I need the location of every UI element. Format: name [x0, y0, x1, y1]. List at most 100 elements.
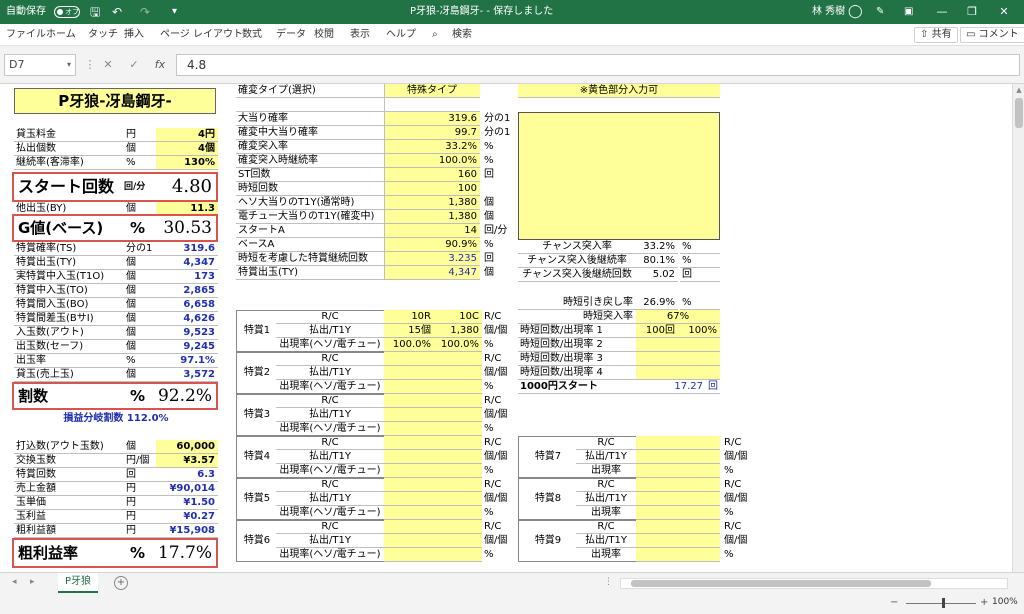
- value-cell[interactable]: 9,523: [156, 326, 218, 340]
- input-cell[interactable]: 10C: [434, 310, 482, 324]
- tab-view[interactable]: 表示: [350, 24, 370, 46]
- input-cell[interactable]: [384, 478, 434, 492]
- input-cell[interactable]: [384, 492, 434, 506]
- tokusho-name[interactable]: 特賞1: [238, 324, 276, 338]
- unit-cell[interactable]: %: [722, 464, 758, 478]
- value-cell[interactable]: 6.3: [156, 468, 218, 482]
- label-cell[interactable]: 時短回数/出現率 2: [518, 338, 636, 352]
- cancel-icon[interactable]: ✕: [100, 54, 116, 76]
- unit-cell[interactable]: 個: [124, 256, 156, 270]
- value-cell[interactable]: ¥90,014: [156, 482, 218, 496]
- value-cell[interactable]: 173: [156, 270, 218, 284]
- unit-cell[interactable]: 個/個: [722, 534, 758, 548]
- unit-cell[interactable]: 個: [124, 326, 156, 340]
- input-cell[interactable]: [434, 352, 482, 366]
- function-icon[interactable]: fx: [152, 54, 168, 76]
- tokusho-name[interactable]: 特賞4: [238, 450, 276, 464]
- input-cell[interactable]: [636, 450, 678, 464]
- input-cell[interactable]: 100.0%: [434, 338, 482, 352]
- input-cell[interactable]: [678, 352, 720, 366]
- unit-cell[interactable]: %: [482, 380, 518, 394]
- unit-cell[interactable]: 円: [124, 510, 156, 524]
- next-sheet-icon[interactable]: ▸: [30, 577, 35, 587]
- sheet-tab[interactable]: P牙狼: [58, 573, 98, 593]
- value-cell[interactable]: 9,245: [156, 340, 218, 354]
- input-cell[interactable]: [384, 436, 434, 450]
- input-cell[interactable]: [384, 534, 434, 548]
- label-cell[interactable]: 売上金額: [14, 482, 124, 496]
- tokusho-name[interactable]: 特賞9: [520, 534, 576, 548]
- sub-label[interactable]: 払出/T1Y: [276, 492, 384, 506]
- input-cell[interactable]: [678, 478, 720, 492]
- input-cell[interactable]: [434, 506, 482, 520]
- label-cell[interactable]: 確変タイプ(選択): [236, 84, 384, 98]
- label-cell[interactable]: 確変突入時継続率: [236, 154, 384, 168]
- input-cell[interactable]: [678, 338, 720, 352]
- value-cell[interactable]: 4,347: [156, 256, 218, 270]
- sub-label[interactable]: R/C: [576, 436, 636, 450]
- sub-label[interactable]: 払出/T1Y: [576, 450, 636, 464]
- unit-cell[interactable]: R/C: [482, 310, 518, 324]
- value-cell[interactable]: 3.235: [384, 252, 480, 266]
- unit-cell[interactable]: 個: [124, 312, 156, 326]
- tokusho-name[interactable]: 特賞7: [520, 450, 576, 464]
- unit-cell[interactable]: 個: [124, 440, 156, 454]
- input-cell[interactable]: [384, 408, 434, 422]
- undo-icon[interactable]: ↶: [112, 0, 122, 24]
- worksheet-grid[interactable]: P牙狼-冴島鋼牙- 貸玉料金円 4円 払出個数個 4個 継続率(客滞率)% 130% スタート…: [0, 84, 1024, 572]
- input-cell[interactable]: [678, 534, 720, 548]
- sub-label[interactable]: R/C: [576, 520, 636, 534]
- unit-cell[interactable]: R/C: [722, 478, 758, 492]
- unit-cell[interactable]: %: [482, 506, 518, 520]
- scroll-thumb[interactable]: [1015, 98, 1023, 128]
- tab-insert[interactable]: 挿入: [124, 24, 144, 46]
- unit-cell[interactable]: 回: [482, 252, 512, 266]
- label-cell[interactable]: 払出個数: [14, 142, 124, 156]
- input-cell[interactable]: [384, 464, 434, 478]
- value-cell[interactable]: 319.6: [384, 112, 480, 126]
- value-cell[interactable]: 4,347: [384, 266, 480, 280]
- value-cell[interactable]: 33.2%: [384, 140, 480, 154]
- tab-page-layout[interactable]: ページ レイアウト: [160, 24, 243, 46]
- input-cell[interactable]: 130%: [156, 156, 218, 170]
- tokusho-name[interactable]: 特賞5: [238, 492, 276, 506]
- input-cell[interactable]: [434, 464, 482, 478]
- label-cell[interactable]: 時短回数/出現率 1: [518, 324, 636, 338]
- label-cell[interactable]: 時短突入率: [518, 310, 636, 324]
- unit-cell[interactable]: 個: [482, 266, 512, 280]
- unit-cell[interactable]: 個/個: [482, 408, 518, 422]
- zoom-out-icon[interactable]: −: [890, 597, 898, 608]
- input-cell[interactable]: [678, 548, 720, 562]
- input-cell[interactable]: [434, 492, 482, 506]
- label-cell[interactable]: 交換玉数: [14, 454, 124, 468]
- unit-cell[interactable]: %: [124, 354, 156, 368]
- unit-cell[interactable]: 個/個: [482, 324, 518, 338]
- input-cell[interactable]: [434, 450, 482, 464]
- unit-cell[interactable]: %: [482, 548, 518, 562]
- value-cell[interactable]: 5.02: [636, 268, 678, 282]
- input-cell[interactable]: 100.0%: [384, 338, 434, 352]
- sub-label[interactable]: 出現率(ヘソ/電チュー): [276, 422, 384, 436]
- value-cell[interactable]: ¥0.27: [156, 510, 218, 524]
- label-cell[interactable]: ST回数: [236, 168, 384, 182]
- tab-touch[interactable]: タッチ: [88, 24, 118, 46]
- start-count-box[interactable]: スタート回数 回/分 4.80: [12, 172, 218, 202]
- scroll-up-icon[interactable]: ▲: [1013, 84, 1024, 96]
- label-cell[interactable]: 確変中大当り確率: [236, 126, 384, 140]
- input-cell[interactable]: [384, 506, 434, 520]
- unit-cell[interactable]: 個: [124, 368, 156, 382]
- tokusho-name[interactable]: 特賞3: [238, 408, 276, 422]
- sub-label[interactable]: 出現率(ヘソ/電チュー): [276, 380, 384, 394]
- comment-button[interactable]: ▭ コメント: [960, 27, 1024, 43]
- tab-help[interactable]: ヘルプ: [386, 24, 416, 46]
- label-cell[interactable]: 電チュー大当りのT1Y(確変中): [236, 210, 384, 224]
- unit-cell[interactable]: 回: [482, 168, 512, 182]
- tab-file[interactable]: ファイル: [6, 24, 46, 46]
- type-select-cell[interactable]: 特殊タイプ: [384, 84, 480, 98]
- avatar-icon[interactable]: ◯: [848, 0, 863, 24]
- label-cell[interactable]: 実特賞中入玉(T1O): [14, 270, 124, 284]
- label-cell[interactable]: チャンス突入後継続回数: [518, 268, 636, 282]
- unit-cell[interactable]: %: [680, 296, 720, 310]
- breakeven-text[interactable]: 損益分岐割数 112.0%: [14, 412, 218, 426]
- unit-cell[interactable]: [482, 182, 512, 196]
